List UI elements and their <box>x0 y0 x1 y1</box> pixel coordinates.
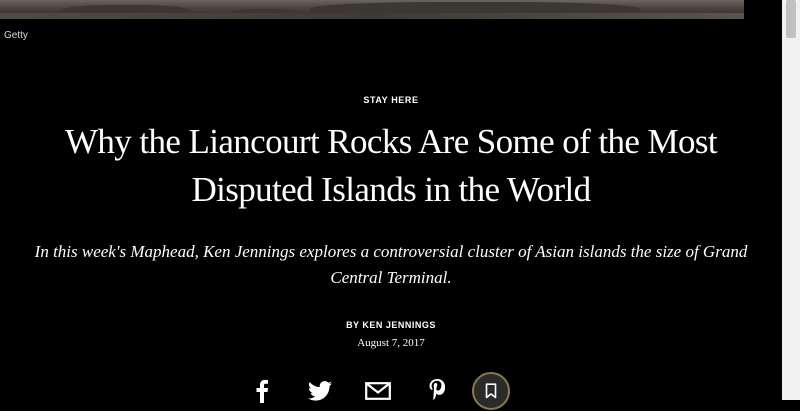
scrollbar-track[interactable] <box>782 0 800 400</box>
share-facebook-button[interactable] <box>247 371 277 411</box>
section-rubric[interactable]: STAY HERE <box>0 95 782 105</box>
facebook-icon <box>256 379 268 403</box>
scrollbar-thumb[interactable] <box>786 0 796 38</box>
pinterest-icon <box>429 379 445 401</box>
publish-date: August 7, 2017 <box>357 337 425 349</box>
share-twitter-button[interactable] <box>303 371 337 411</box>
photo-credit: Getty <box>4 30 28 41</box>
hero-image <box>0 0 744 19</box>
dek-line-1: In this week's Maphead, Ken Jennings exp… <box>34 242 748 261</box>
article-dek: In this week's Maphead, Ken Jennings exp… <box>0 239 782 291</box>
headline-line-2: Disputed Islands in the World <box>191 170 591 209</box>
bookmark-icon <box>485 383 497 399</box>
hero-water <box>0 13 744 19</box>
share-email-button[interactable] <box>362 371 394 411</box>
share-pinterest-button[interactable] <box>425 371 449 411</box>
save-bookmark-button[interactable] <box>470 371 512 411</box>
headline-line-1: Why the Liancourt Rocks Are Some of the … <box>64 122 718 161</box>
bookmark-circle[interactable] <box>472 372 510 410</box>
email-icon <box>365 382 391 400</box>
byline[interactable]: BY KEN JENNINGS <box>0 320 782 330</box>
article-headline: Why the Liancourt Rocks Are Some of the … <box>0 118 782 214</box>
dek-line-2: Central Terminal. <box>330 268 452 287</box>
twitter-icon <box>308 381 332 401</box>
